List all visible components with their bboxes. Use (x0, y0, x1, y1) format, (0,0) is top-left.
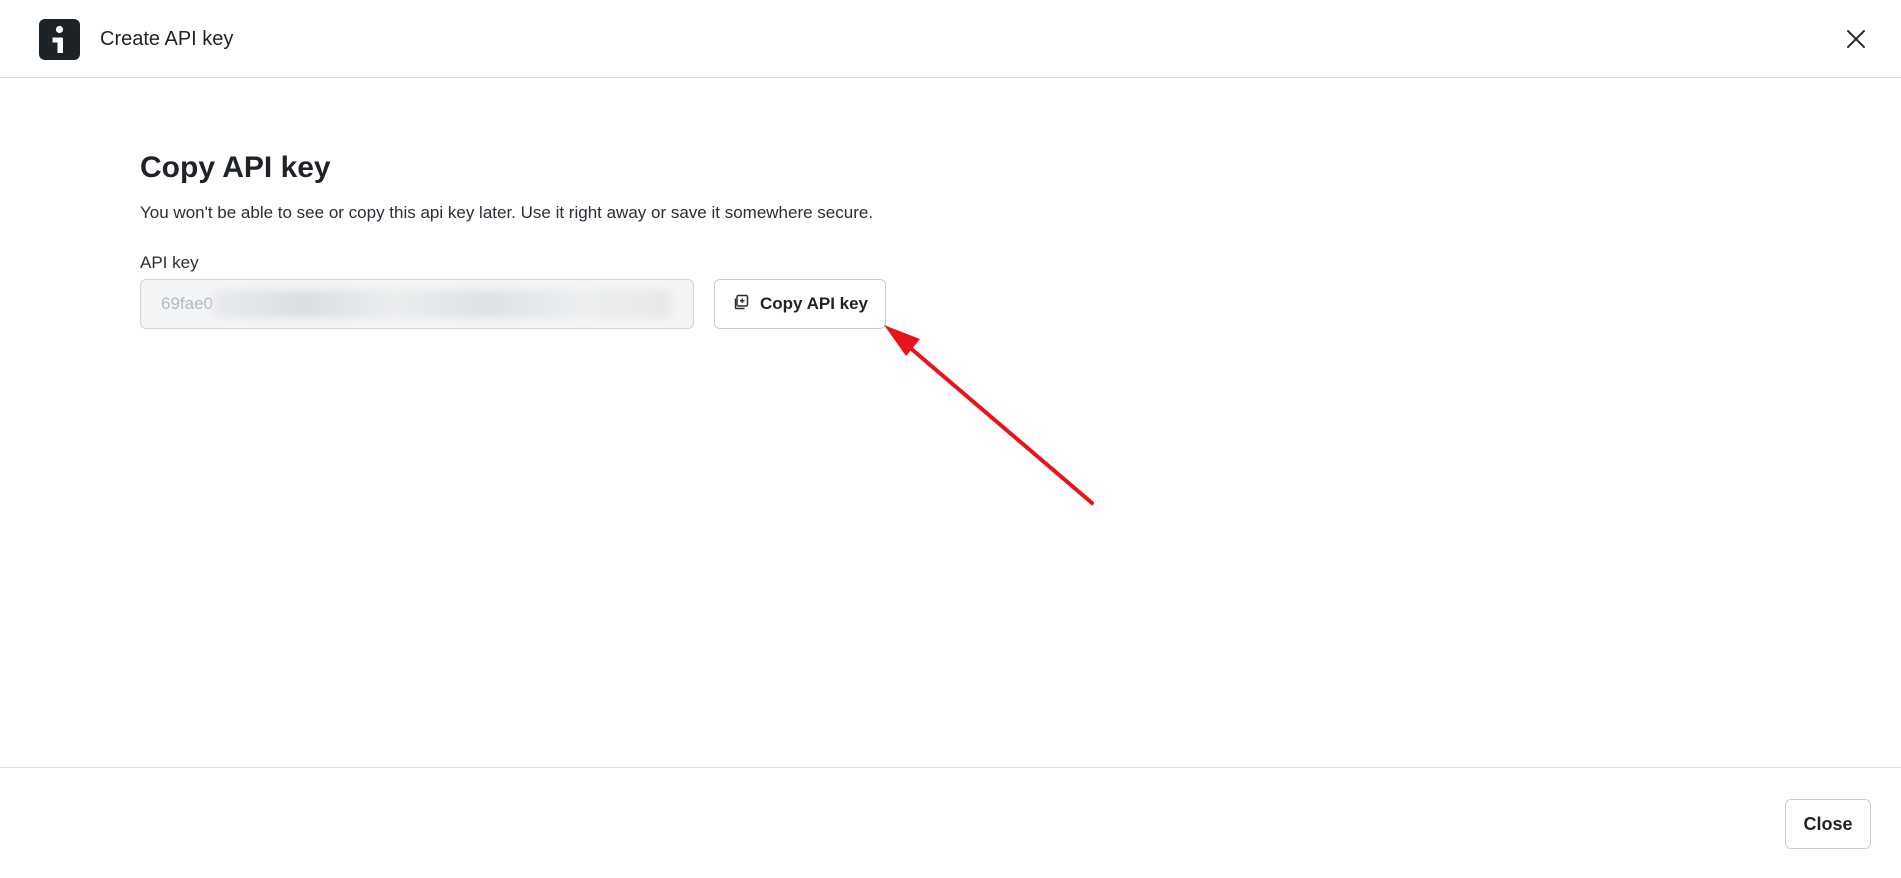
dialog-body: Copy API key You won't be able to see or… (140, 150, 1340, 329)
dialog-header: Create API key (0, 0, 1901, 78)
info-logo-icon (39, 19, 80, 60)
page-title: Copy API key (140, 151, 331, 184)
description-text: You won't be able to see or copy this ap… (140, 203, 874, 222)
close-icon[interactable] (1841, 24, 1871, 54)
copy-icon (732, 293, 750, 316)
copy-api-key-label: Copy API key (759, 294, 869, 313)
api-key-redaction (213, 290, 671, 318)
copy-api-key-button[interactable]: Copy API key (714, 279, 886, 329)
close-button[interactable]: Close (1785, 799, 1871, 849)
dialog-footer: Close (0, 767, 1901, 878)
annotation-arrow (884, 325, 1094, 505)
api-key-label: API key (140, 253, 199, 272)
dialog-title: Create API key (100, 28, 234, 50)
api-key-field[interactable]: 69fae0 (140, 279, 694, 329)
api-key-value: 69fae0 (161, 294, 213, 313)
